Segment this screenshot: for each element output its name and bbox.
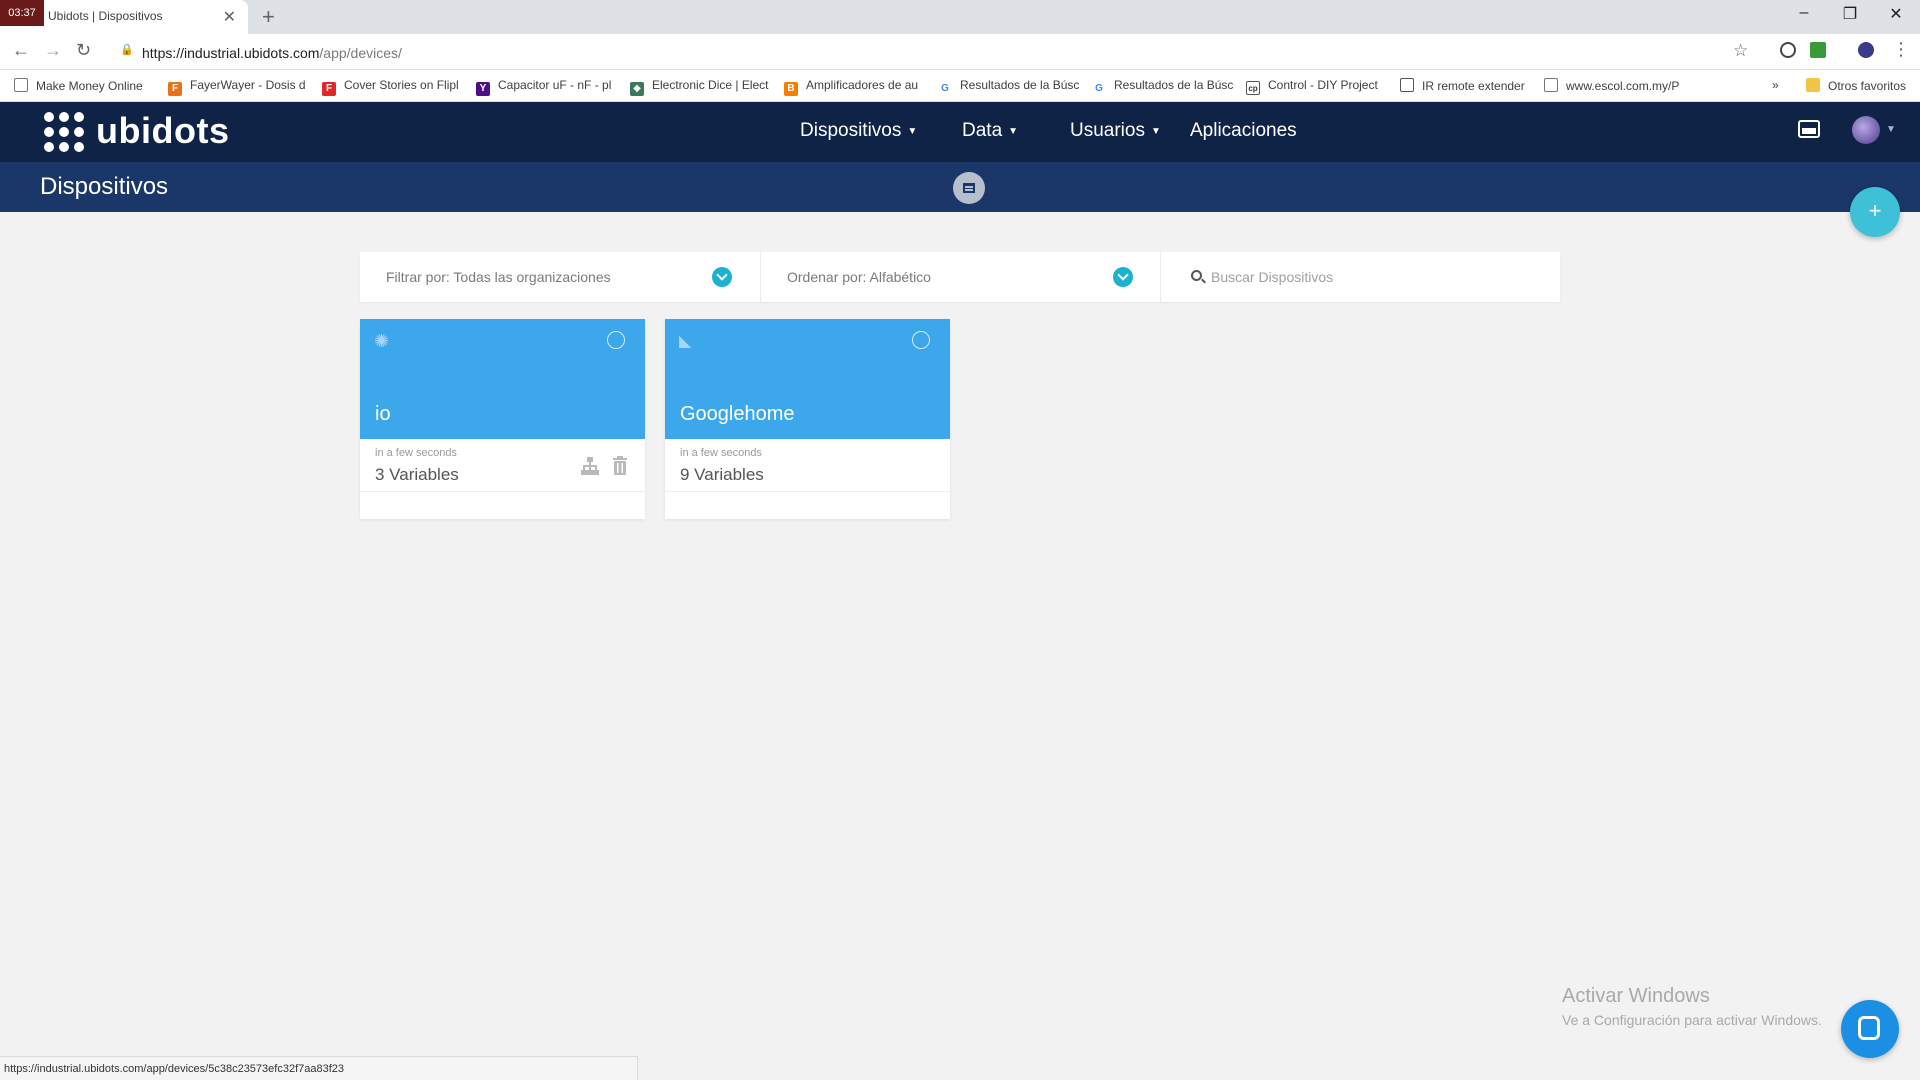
other-bookmarks-folder[interactable]: Otros favoritos (1806, 78, 1906, 93)
blogger-icon: B (784, 82, 798, 96)
browser-tab-strip: 03:37 Ubidots | Dispositivos ✕ + – ❐ ✕ (0, 0, 1920, 34)
organization-filter-dropdown[interactable]: Filtrar por: Todas las organizaciones (360, 252, 760, 302)
nav-devices[interactable]: Dispositivos ▼ (800, 120, 917, 142)
browser-tab-active[interactable]: 03:37 Ubidots | Dispositivos ✕ (0, 0, 248, 34)
chat-support-button[interactable] (1841, 1000, 1899, 1058)
bookmarks-bar: Make Money Online F FayerWayer - Dosis d … (0, 70, 1920, 102)
bookmark-item[interactable]: IR remote extender (1400, 78, 1525, 93)
bookmark-item[interactable]: cp Control - DIY Project (1246, 78, 1378, 95)
bookmark-item[interactable]: F FayerWayer - Dosis d (168, 78, 306, 96)
google-icon: G (941, 83, 949, 94)
list-view-toggle-button[interactable] (953, 172, 985, 204)
block-extension-icon[interactable] (1780, 42, 1796, 58)
search-box (1160, 252, 1560, 302)
bookmark-item[interactable]: G Resultados de la Búsc (938, 78, 1079, 96)
tab-title: Ubidots | Dispositivos (48, 9, 163, 23)
minimize-icon[interactable]: – (1784, 4, 1824, 22)
app-header: ubidots Dispositivos ▼ Data ▼ Usuarios ▼ Ap… (0, 102, 1920, 162)
browser-menu-icon[interactable]: ⋮ (1892, 39, 1910, 60)
forward-arrow-icon[interactable]: → (44, 40, 62, 61)
add-device-button[interactable]: + (1850, 187, 1900, 237)
rss-icon: ◣ (679, 333, 692, 350)
fw-icon: F (168, 82, 182, 96)
activation-title: Activar Windows (1562, 985, 1710, 1007)
page-icon (14, 78, 28, 92)
cp-icon: cp (1246, 81, 1260, 95)
nav-applications[interactable]: Aplicaciones (1190, 120, 1297, 142)
activation-subtitle: Ve a Configuración para activar Windows. (1562, 1012, 1822, 1028)
select-device-checkbox[interactable] (607, 331, 625, 349)
bookmark-item[interactable]: Make Money Online (14, 78, 143, 93)
dice-icon: ◆ (630, 82, 644, 96)
device-variable-count: 9 Variables (680, 465, 764, 484)
logo-dots-icon (44, 112, 88, 152)
hierarchy-icon[interactable] (580, 455, 600, 477)
bookmark-item[interactable]: ◆ Electronic Dice | Elect (630, 78, 769, 96)
avatar[interactable] (1852, 116, 1880, 144)
filter-bar: Filtrar por: Todas las organizaciones Or… (360, 252, 1560, 302)
page-title: Dispositivos (40, 173, 169, 200)
url-text: https://industrial.ubidots.com/app/devic… (142, 45, 402, 61)
bookmark-item[interactable]: B Amplificadores de au (784, 78, 918, 96)
back-arrow-icon[interactable]: ← (12, 40, 30, 61)
google-icon: G (1095, 83, 1103, 94)
device-card-io[interactable]: ✺ io in a few seconds 3 Variables (360, 319, 645, 519)
inbox-icon[interactable] (1798, 120, 1820, 138)
remote-icon (1400, 78, 1414, 92)
flipboard-icon: F (322, 82, 336, 96)
bookmark-item[interactable]: www.escol.com.my/P (1544, 78, 1679, 93)
bookmark-item[interactable]: Y Capacitor uF - nF - pl (476, 78, 611, 96)
sort-label: Ordenar por: Alfabético (787, 269, 931, 285)
tab-close-icon[interactable]: ✕ (223, 7, 236, 27)
chevron-down-icon (712, 267, 732, 287)
search-icon (1191, 270, 1202, 281)
page-icon (1544, 78, 1558, 92)
page-subheader: Dispositivos (0, 162, 1920, 212)
bookmark-item[interactable]: G Resultados de la Búsc (1092, 78, 1233, 96)
reload-icon[interactable]: ↻ (76, 40, 91, 61)
nav-users[interactable]: Usuarios ▼ (1070, 120, 1161, 142)
device-card-header[interactable]: ✺ io (360, 319, 645, 439)
lock-icon: 🔒 (120, 44, 134, 56)
caret-down-icon[interactable]: ▼ (1886, 124, 1896, 135)
bookmark-star-icon[interactable]: ☆ (1733, 41, 1748, 61)
caret-down-icon: ▼ (1008, 126, 1019, 137)
folder-icon (1806, 78, 1820, 92)
windows-activation-watermark: Activar Windows Ve a Configuración para … (1562, 985, 1822, 1028)
caret-down-icon: ▼ (1150, 126, 1161, 137)
yahoo-icon: Y (476, 82, 490, 96)
profile-icon[interactable] (1858, 42, 1874, 58)
device-name[interactable]: io (375, 403, 391, 426)
trash-icon[interactable] (610, 455, 630, 477)
select-device-checkbox[interactable] (912, 331, 930, 349)
chip-icon: ✺ (374, 331, 390, 351)
device-last-activity: in a few seconds (680, 447, 762, 459)
restore-icon[interactable]: ❐ (1830, 4, 1870, 24)
nav-data[interactable]: Data ▼ (962, 120, 1018, 142)
status-bar-url: https://industrial.ubidots.com/app/devic… (0, 1056, 638, 1080)
card-divider (360, 491, 645, 492)
device-last-activity: in a few seconds (375, 447, 457, 459)
card-divider (665, 491, 950, 492)
organization-filter-label: Filtrar por: Todas las organizaciones (386, 269, 611, 285)
device-name[interactable]: Googlehome (680, 403, 795, 426)
address-bar[interactable]: 🔒 https://industrial.ubidots.com/app/dev… (110, 38, 1760, 66)
device-variable-count: 3 Variables (375, 465, 459, 484)
new-tab-button[interactable]: + (262, 4, 275, 30)
window-close-icon[interactable]: ✕ (1876, 4, 1916, 24)
device-card-header[interactable]: ◣ Googlehome (665, 319, 950, 439)
device-card-googlehome[interactable]: ◣ Googlehome in a few seconds 9 Variable… (665, 319, 950, 519)
search-input[interactable] (1211, 262, 1551, 292)
caret-down-icon: ▼ (907, 126, 918, 137)
sort-dropdown[interactable]: Ordenar por: Alfabético (760, 252, 1160, 302)
bookmarks-overflow-button[interactable]: » (1772, 78, 1779, 92)
brand-name: ubidots (96, 110, 230, 151)
browser-toolbar: ← → ↻ 🔒 https://industrial.ubidots.com/a… (0, 34, 1920, 70)
recording-time-badge: 03:37 (0, 0, 44, 26)
cast-extension-icon[interactable] (1810, 42, 1826, 58)
chevron-down-icon (1113, 267, 1133, 287)
bookmark-item[interactable]: F Cover Stories on Flipl (322, 78, 459, 96)
